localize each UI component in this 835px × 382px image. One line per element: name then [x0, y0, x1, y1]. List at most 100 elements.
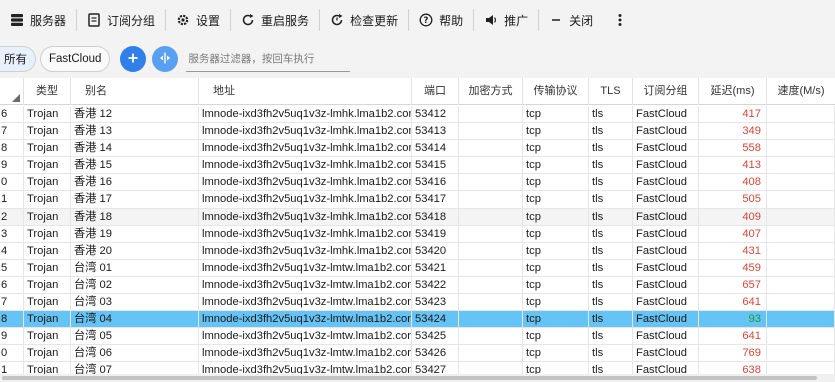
horizontal-scrollbar[interactable]: [0, 374, 835, 382]
table-row[interactable]: 8 Trojan 香港 14 lmnode-ixd3fh2v5uq1v3z-lmhk.…: [0, 140, 835, 158]
column-header-speed[interactable]: 速度(M/s): [767, 78, 835, 105]
table-row[interactable]: 7 Trojan 台湾 03 lmnode-ixd3fh2v5uq1v3z-lmtw.…: [0, 294, 835, 312]
cell-type: Trojan: [24, 311, 71, 329]
cell-port: 53418: [412, 208, 459, 226]
cell-group: FastCloud: [633, 157, 699, 175]
cell-alias: 台湾 04: [71, 311, 199, 329]
cell-alias: 香港 15: [71, 157, 199, 175]
cell-address: lmnode-ixd3fh2v5uq1v3z-lmhk.lma1b2.com: [199, 106, 412, 123]
check-update-button[interactable]: 检查更新: [320, 0, 408, 40]
cell-encryption: [459, 242, 523, 260]
cell-port: 53413: [412, 123, 459, 141]
cell-transport: tcp: [523, 311, 589, 329]
table-row[interactable]: 6 Trojan 香港 12 lmnode-ixd3fh2v5uq1v3z-lmhk.…: [0, 106, 835, 124]
cell-speed: [767, 345, 835, 363]
cell-group: FastCloud: [633, 276, 699, 294]
settings-button[interactable]: 设置: [166, 0, 230, 40]
cell-type: Trojan: [24, 362, 71, 374]
table-row[interactable]: 0 Trojan 台湾 06 lmnode-ixd3fh2v5uq1v3z-lmtw.…: [0, 345, 835, 363]
kebab-menu-icon: [613, 13, 627, 27]
cell-address: lmnode-ixd3fh2v5uq1v3z-lmtw.lma1b2.com: [199, 328, 412, 346]
table-row[interactable]: 0 Trojan 香港 16 lmnode-ixd3fh2v5uq1v3z-lmhk.…: [0, 174, 835, 192]
cell-delay: 349: [699, 123, 767, 141]
cell-speed: [767, 259, 835, 277]
column-header-tls[interactable]: TLS: [589, 78, 633, 105]
column-header-type[interactable]: 类型: [24, 78, 71, 105]
table-header: 类型 别名 地址 端口 加密方式 传输协议 TLS 订阅分组 延迟(ms) 速度…: [0, 78, 835, 105]
servers-button[interactable]: 服务器: [0, 0, 76, 40]
promote-label: 推广: [504, 13, 529, 28]
table-row[interactable]: 1 Trojan 台湾 07 lmnode-ixd3fh2v5uq1v3z-lmtw.…: [0, 362, 835, 374]
cell-encryption: [459, 328, 523, 346]
cell-delay: 417: [699, 106, 767, 123]
cell-idx: 7: [0, 294, 24, 312]
cell-speed: [767, 242, 835, 260]
column-header-address[interactable]: 地址: [199, 78, 412, 105]
table-row[interactable]: 7 Trojan 香港 13 lmnode-ixd3fh2v5uq1v3z-lmhk.…: [0, 123, 835, 141]
cell-delay: 505: [699, 191, 767, 209]
cell-type: Trojan: [24, 276, 71, 294]
table-body: 6 Trojan 香港 12 lmnode-ixd3fh2v5uq1v3z-lmhk.…: [0, 106, 835, 374]
server-filter-input[interactable]: [186, 46, 351, 72]
cell-idx: 1: [0, 362, 24, 374]
cell-tls: tls: [589, 123, 633, 141]
table-row[interactable]: 9 Trojan 香港 15 lmnode-ixd3fh2v5uq1v3z-lmhk.…: [0, 157, 835, 175]
cell-alias: 台湾 02: [71, 276, 199, 294]
cell-group: FastCloud: [633, 106, 699, 123]
cell-speed: [767, 106, 835, 123]
cell-address: lmnode-ixd3fh2v5uq1v3z-lmhk.lma1b2.com: [199, 174, 412, 192]
row-header-corner[interactable]: [0, 78, 24, 105]
cell-address: lmnode-ixd3fh2v5uq1v3z-lmhk.lma1b2.com: [199, 140, 412, 158]
table-row[interactable]: 2 Trojan 香港 18 lmnode-ixd3fh2v5uq1v3z-lmhk.…: [0, 208, 835, 226]
sub-groups-button[interactable]: 订阅分组: [77, 0, 165, 40]
cell-idx: 7: [0, 123, 24, 141]
cell-idx: 6: [0, 276, 24, 294]
add-group-button[interactable]: [120, 46, 147, 72]
close-button[interactable]: 关闭: [539, 0, 603, 40]
more-menu-button[interactable]: [603, 0, 637, 40]
promote-button[interactable]: 推广: [474, 0, 538, 40]
column-header-alias[interactable]: 别名: [71, 78, 199, 105]
main-toolbar: 服务器 订阅分组 设置 重启服务 检查更新 ? 帮助 推广 关闭: [0, 0, 835, 40]
cell-tls: tls: [589, 225, 633, 243]
cell-tls: tls: [589, 140, 633, 158]
cell-type: Trojan: [24, 208, 71, 226]
cell-idx: 4: [0, 242, 24, 260]
cell-delay: 407: [699, 225, 767, 243]
cell-tls: tls: [589, 259, 633, 277]
cell-speed: [767, 140, 835, 158]
cell-port: 53424: [412, 311, 459, 329]
restart-service-button[interactable]: 重启服务: [231, 0, 319, 40]
scrollbar-thumb[interactable]: [2, 376, 817, 380]
cell-address: lmnode-ixd3fh2v5uq1v3z-lmtw.lma1b2.com: [199, 311, 412, 329]
table-row[interactable]: 4 Trojan 香港 20 lmnode-ixd3fh2v5uq1v3z-lmhk.…: [0, 242, 835, 260]
column-header-port[interactable]: 端口: [412, 78, 459, 105]
table-row[interactable]: 9 Trojan 台湾 05 lmnode-ixd3fh2v5uq1v3z-lmtw.…: [0, 328, 835, 346]
help-label: 帮助: [439, 13, 464, 28]
column-header-subgroup[interactable]: 订阅分组: [633, 78, 699, 105]
cell-alias: 香港 12: [71, 106, 199, 123]
cell-transport: tcp: [523, 345, 589, 363]
cell-transport: tcp: [523, 123, 589, 141]
table-row[interactable]: 1 Trojan 香港 17 lmnode-ixd3fh2v5uq1v3z-lmhk.…: [0, 191, 835, 209]
group-chip-fastcloud[interactable]: FastCloud: [40, 46, 111, 72]
cell-port: 53422: [412, 276, 459, 294]
help-button[interactable]: ? 帮助: [409, 0, 473, 40]
move-group-button[interactable]: [152, 46, 179, 72]
cell-group: FastCloud: [633, 328, 699, 346]
column-header-transport[interactable]: 传输协议: [523, 78, 589, 105]
cell-alias: 香港 14: [71, 140, 199, 158]
column-header-delay[interactable]: 延迟(ms): [699, 78, 767, 105]
column-header-encryption[interactable]: 加密方式: [459, 78, 523, 105]
cell-address: lmnode-ixd3fh2v5uq1v3z-lmtw.lma1b2.com: [199, 294, 412, 312]
table-row[interactable]: 5 Trojan 台湾 01 lmnode-ixd3fh2v5uq1v3z-lmtw.…: [0, 259, 835, 277]
cell-delay: 93: [699, 311, 767, 329]
table-row[interactable]: 8 Trojan 台湾 04 lmnode-ixd3fh2v5uq1v3z-lmtw.…: [0, 311, 835, 329]
table-row[interactable]: 6 Trojan 台湾 02 lmnode-ixd3fh2v5uq1v3z-lmtw.…: [0, 276, 835, 295]
group-chip-all[interactable]: 所有: [0, 46, 36, 72]
cell-tls: tls: [589, 276, 633, 294]
cell-group: FastCloud: [633, 259, 699, 277]
cell-idx: 0: [0, 174, 24, 192]
table-row[interactable]: 3 Trojan 香港 19 lmnode-ixd3fh2v5uq1v3z-lmhk.…: [0, 225, 835, 243]
cell-port: 53416: [412, 174, 459, 192]
